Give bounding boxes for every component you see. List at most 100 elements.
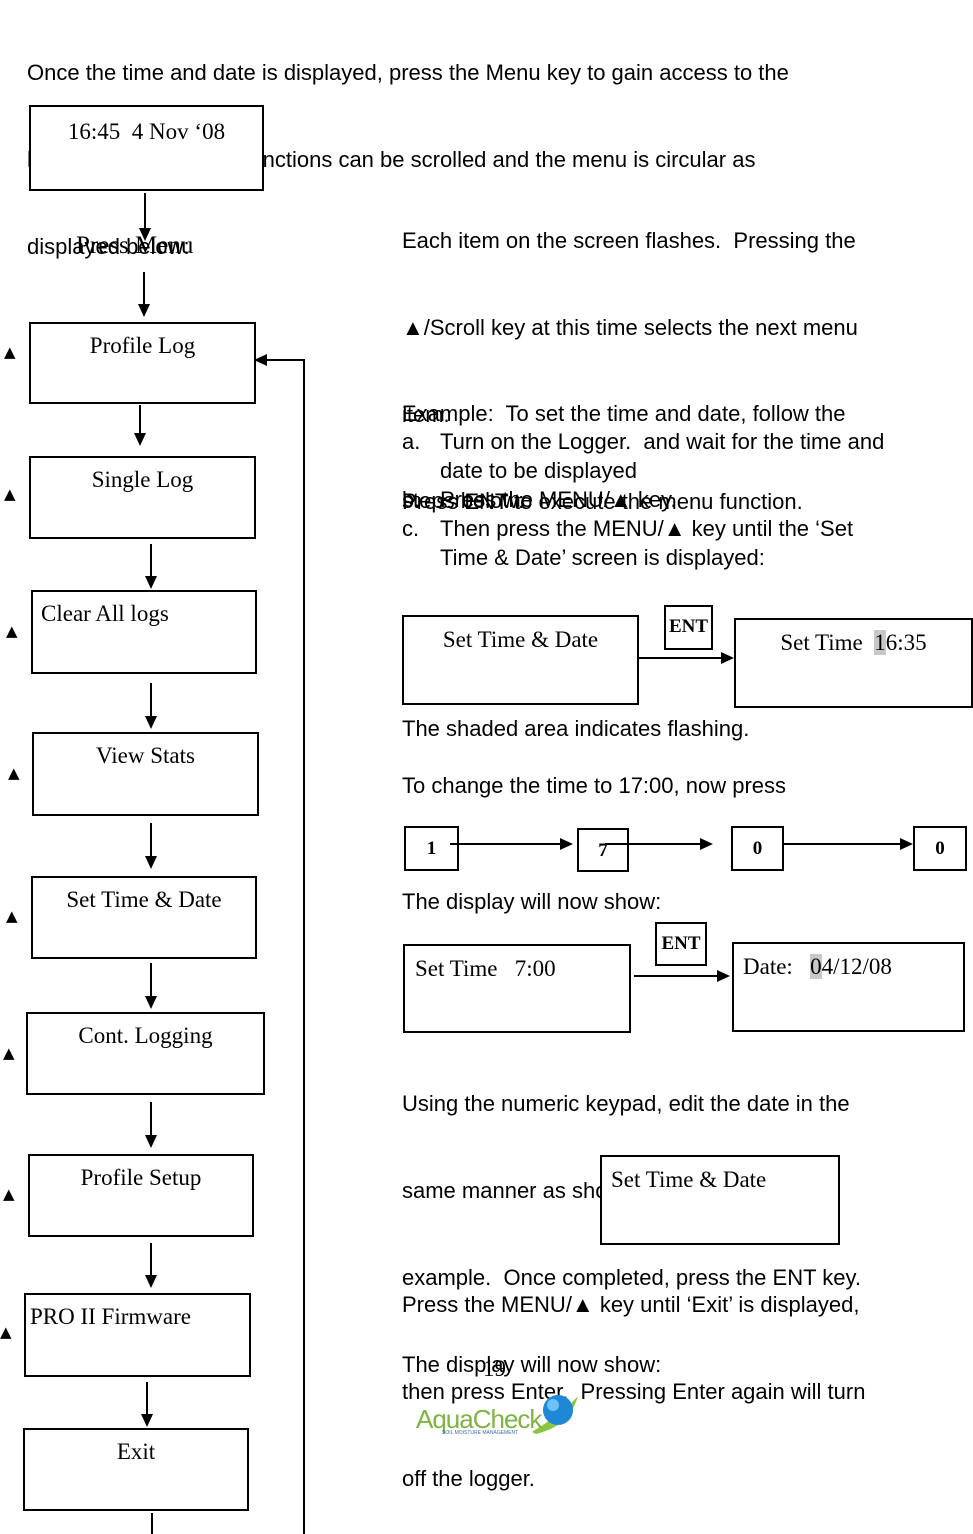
display-text-suffix: 4/12/08: [821, 954, 892, 979]
connector-line: [450, 843, 562, 845]
text-line: Using the numeric keypad, edit the date …: [402, 1091, 850, 1116]
scroll-up-icon: ▲: [4, 485, 16, 503]
menu-item-label: Clear All logs: [41, 601, 169, 626]
logo-tagline: SOIL MOISTURE MANAGEMENT: [442, 1430, 519, 1436]
display-text-suffix: 6:35: [885, 630, 927, 655]
display-text-prefix: Date:: [743, 954, 811, 979]
display-set-time-date: Set Time & Date: [402, 615, 639, 705]
scroll-up-icon: ▲: [6, 907, 18, 925]
menu-item-profile-setup: Profile Setup: [28, 1154, 254, 1237]
page-number: 19: [483, 1356, 506, 1381]
display-set-time-date-final: Set Time & Date: [600, 1155, 840, 1245]
arrow-right-icon: [560, 838, 573, 850]
press-menu-label: Press Menu: [76, 232, 194, 259]
step-item: c. Then press the MENU/▲ key until the ‘…: [402, 514, 962, 572]
display-text: Set Time & Date: [611, 1167, 767, 1192]
scroll-up-icon: ▲: [3, 1185, 15, 1203]
text-line: ▲/Scroll key at this time selects the ne…: [402, 315, 858, 340]
arrow-down-icon: [134, 433, 146, 446]
connector-line: [634, 975, 720, 977]
shaded-note: The shaded area indicates flashing.: [402, 716, 750, 741]
step-item: b. Press the MENU/▲ key.: [402, 485, 962, 514]
arrow-down-icon: [145, 716, 157, 729]
arrow-right-icon: [900, 838, 913, 850]
display-text: Set Time & Date: [442, 627, 599, 652]
connector-line: [143, 272, 145, 305]
menu-item-label: PRO II Firmware: [30, 1304, 191, 1329]
menu-item-label: Exit: [116, 1439, 156, 1464]
connector-line: [784, 843, 902, 845]
menu-item-profile-log: Profile Log: [29, 322, 256, 404]
connector-line: [150, 1243, 152, 1275]
steps-list: a. Turn on the Logger. and wait for the …: [402, 427, 962, 572]
menu-item-set-time-date: Set Time & Date: [31, 876, 257, 959]
scroll-up-icon: ▲: [6, 622, 18, 640]
menu-item-label: Cont. Logging: [78, 1023, 213, 1048]
display-now-note: The display will now show:: [402, 889, 662, 914]
loop-back-line: [266, 359, 305, 361]
display-set-time: Set Time 16:35: [734, 618, 973, 708]
step-item: a. Turn on the Logger. and wait for the …: [402, 427, 962, 485]
arrow-right-icon: [721, 652, 734, 664]
connector-line: [150, 1102, 152, 1135]
menu-item-label: Set Time & Date: [66, 887, 222, 912]
menu-item-label: Profile Log: [89, 333, 196, 358]
display-date: Date: 04/12/08: [732, 942, 965, 1032]
menu-item-exit: Exit: [23, 1428, 249, 1511]
menu-item-clear-all-logs: Clear All logs: [31, 590, 257, 674]
connector-line: [139, 405, 141, 433]
arrow-left-icon: [254, 354, 267, 366]
change-note: To change the time to 17:00, now press: [402, 773, 787, 798]
step-text: Press the MENU/▲ key.: [440, 487, 677, 512]
ent-key: ENT: [655, 922, 707, 966]
arrow-down-icon: [145, 996, 157, 1009]
display-text: Date: 04/12/08: [743, 954, 963, 980]
display-text: Set Time 16:35: [736, 630, 971, 656]
arrow-down-icon: [138, 304, 150, 317]
connector-line: [639, 657, 723, 659]
arrow-down-icon: [145, 1275, 157, 1288]
text-line: Example: To set the time and date, follo…: [402, 401, 846, 426]
step-marker: a.: [402, 429, 421, 454]
aquacheck-logo: AquaCheck SOIL MOISTURE MANAGEMENT: [412, 1392, 582, 1444]
arrow-right-icon: [700, 838, 713, 850]
display-set-time-new: Set Time 7:00: [403, 944, 631, 1033]
display-text-prefix: Set Time: [780, 630, 875, 655]
step-marker: c.: [402, 516, 420, 541]
text-line: Each item on the screen flashes. Pressin…: [402, 228, 856, 253]
arrow-down-icon: [145, 1135, 157, 1148]
start-display-text: 16:45 4 Nov ‘08: [67, 119, 226, 144]
loop-back-line: [303, 359, 305, 1534]
connector-line: [605, 843, 702, 845]
connector-line: [150, 683, 152, 716]
start-display-box: 16:45 4 Nov ‘08: [29, 105, 264, 191]
arrow-right-icon: [717, 970, 730, 982]
menu-item-label: View Stats: [96, 743, 195, 768]
menu-item-view-stats: View Stats: [32, 732, 259, 816]
menu-item-cont-logging: Cont. Logging: [26, 1012, 265, 1095]
menu-item-pro-ii-firmware: PRO II Firmware: [24, 1293, 251, 1377]
ent-key: ENT: [664, 605, 713, 650]
text-line: off the logger.: [402, 1466, 535, 1491]
scroll-up-icon: ▲: [4, 343, 16, 361]
arrow-down-icon: [145, 576, 157, 589]
step-text: date to be displayed: [440, 458, 637, 483]
connector-line: [150, 823, 152, 856]
connector-line: [146, 1382, 148, 1414]
step-text: Time & Date’ screen is displayed:: [440, 545, 765, 570]
connector-line: [151, 1513, 153, 1534]
flashing-digit: 0: [810, 954, 822, 979]
digit-key: 1: [404, 826, 459, 871]
arrow-down-icon: [145, 856, 157, 869]
digit-key: 0: [913, 826, 967, 871]
digit-key: 0: [731, 826, 784, 871]
menu-item-single-log: Single Log: [29, 456, 256, 539]
connector-line: [150, 963, 152, 996]
digit-key: 7: [577, 828, 629, 872]
scroll-up-icon: ▲: [0, 1323, 12, 1341]
text-line: Press the MENU/▲ key until ‘Exit’ is dis…: [402, 1292, 860, 1317]
arrow-down-icon: [141, 1414, 153, 1427]
scroll-up-icon: ▲: [8, 764, 20, 782]
connector-line: [150, 544, 152, 576]
flashing-digit: 1: [874, 630, 886, 655]
